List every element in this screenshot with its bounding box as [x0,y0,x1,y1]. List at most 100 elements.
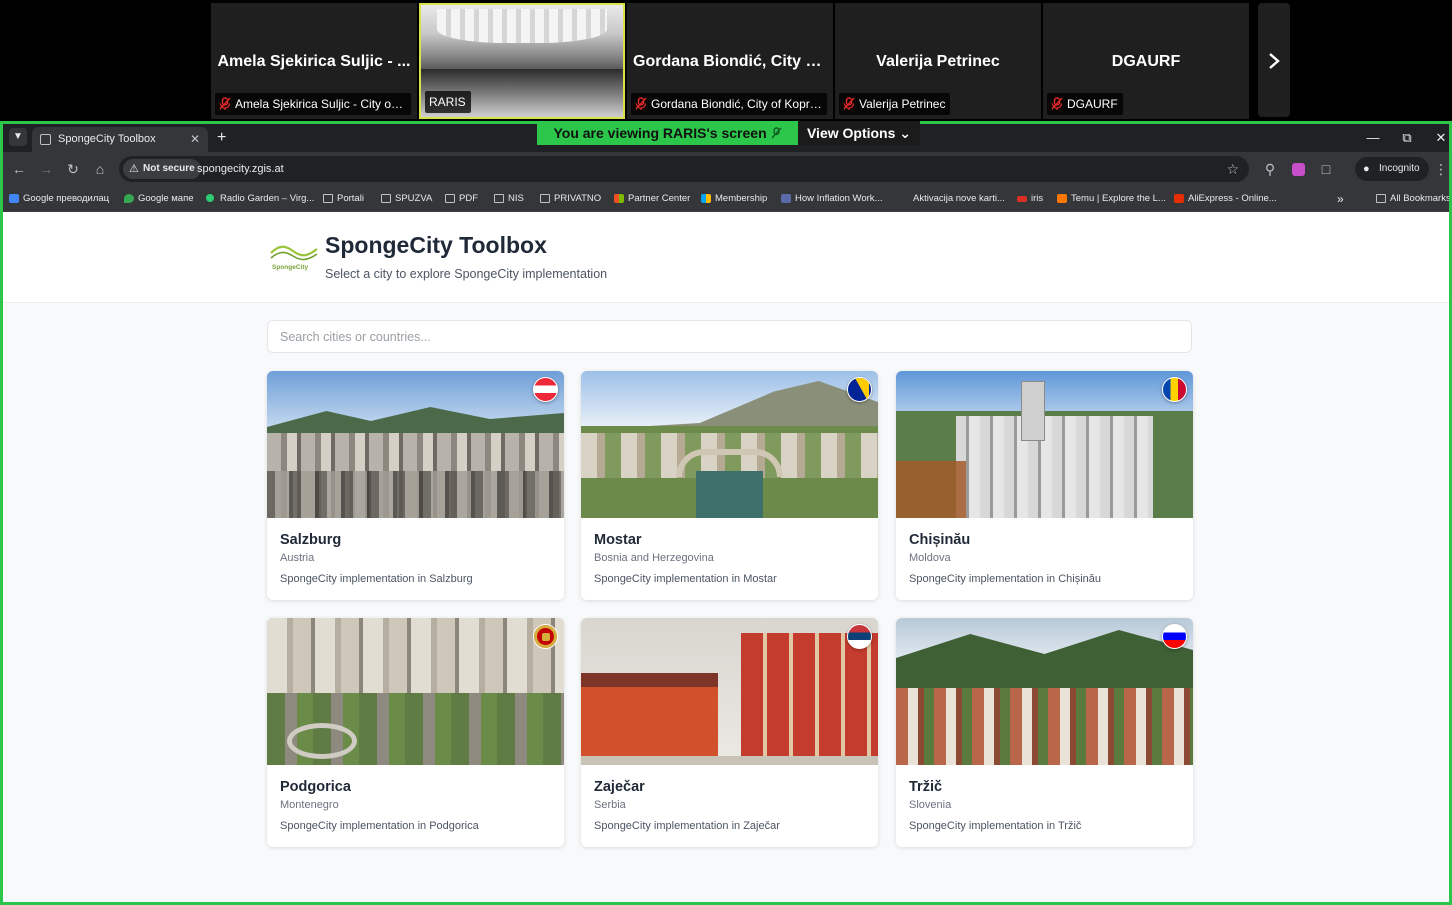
security-chip[interactable]: ⚠ Not secure [123,159,201,179]
url-text[interactable]: spongecity.zgis.at [197,156,284,182]
bookmark-item[interactable]: iris [1017,186,1043,212]
bookmark-item[interactable]: Google мапе [124,186,194,212]
city-card-salzburg[interactable]: Salzburg Austria SpongeCity implementati… [267,371,564,600]
participant-label-text: Gordana Biondić, City of Kopriv... [651,97,827,111]
page-subtitle: Select a city to explore SpongeCity impl… [325,267,608,281]
city-description: SpongeCity implementation in Zaječar [594,820,780,832]
bookmark-item[interactable]: How Inflation Work... [781,186,882,212]
incognito-chip[interactable]: ● Incognito [1355,157,1429,181]
bookmark-label: Partner Center [628,193,691,204]
restore-icon[interactable]: ⧉ [1390,124,1424,152]
city-country: Serbia [594,799,626,811]
city-card-mostar[interactable]: Mostar Bosnia and Herzegovina SpongeCity… [581,371,878,600]
participant-label-text: DGAURF [1067,97,1118,111]
city-card-podgorica[interactable]: Podgorica Montenegro SpongeCity implemen… [267,618,564,847]
minimize-icon[interactable]: — [1356,124,1390,152]
photo-rooftops [267,471,564,518]
city-name: Podgorica [280,779,351,795]
participant-label: DGAURF [1047,93,1123,115]
screen-share-banner: You are viewing RARIS's screen [537,121,798,145]
bookmark-item[interactable]: Aktivacija nove karti... [899,186,1005,212]
radio-garden-icon [206,194,214,202]
city-card-chisinau[interactable]: Chișinău Moldova SpongeCity implementati… [896,371,1193,600]
participant-tile[interactable]: DGAURF DGAURF [1043,3,1249,119]
star-icon[interactable]: ☆ [1226,156,1239,182]
tab-title: SpongeCity Toolbox [58,133,156,145]
back-icon[interactable]: ← [9,159,29,179]
mic-muted-icon [843,97,855,110]
participant-label: Gordana Biondić, City of Kopriv... [631,93,827,115]
zoom-magnifier-icon[interactable]: ⚲ [1260,159,1280,179]
chevron-down-icon: ▼ [13,131,23,142]
city-card-trzic[interactable]: Tržič Slovenia SpongeCity implementation… [896,618,1193,847]
bookmark-label: Google мапе [138,193,194,204]
view-options-button[interactable]: View Options ⌄ [798,121,920,145]
bookmark-item[interactable]: Membership [701,186,767,212]
bookmark-folder[interactable]: Portali [323,186,364,212]
next-participants-button[interactable] [1258,3,1290,117]
bookmark-item[interactable]: Google преводилац [9,186,109,212]
city-name: Chișinău [909,532,971,548]
photo-tower [1021,381,1045,441]
security-label: Not secure [143,163,195,174]
mic-muted-icon [635,97,647,110]
city-photo [267,371,564,518]
close-window-icon[interactable]: ✕ [1424,124,1449,152]
microsoft-icon [701,194,711,203]
folder-icon [381,194,391,203]
city-country: Austria [280,552,315,564]
extension-download-icon[interactable] [1288,159,1308,179]
bookmark-label: SPUZVA [395,193,433,204]
bookmark-item[interactable]: Partner Center [614,186,690,212]
bookmark-item[interactable]: Radio Garden – Virg... [206,186,314,212]
city-card-zajecar[interactable]: Zaječar Serbia SpongeCity implementation… [581,618,878,847]
video-curtain [437,9,607,43]
address-bar[interactable]: ⚠ Not secure spongecity.zgis.at ☆ [119,156,1249,182]
bookmark-folder[interactable]: SPUZVA [381,186,432,212]
participant-video-tile[interactable]: RARIS [419,3,625,119]
city-name: Mostar [594,532,642,548]
mic-muted-icon [1051,97,1063,110]
site-icon [899,194,909,203]
warning-icon: ⚠ [129,163,139,175]
serbia-flag-icon [847,624,872,649]
city-name: Tržič [909,779,943,795]
forward-icon[interactable]: → [36,159,56,179]
search-input[interactable] [267,320,1192,353]
participant-tile[interactable]: Gordana Biondić, City o... Gordana Biond… [627,3,833,119]
reload-icon[interactable]: ↻ [63,159,83,179]
photo-roundabout [287,723,357,759]
site-icon [781,194,791,203]
close-icon[interactable]: ✕ [190,127,200,152]
more-bookmarks-icon[interactable]: » [1337,186,1344,212]
all-bookmarks-button[interactable]: All Bookmarks [1376,186,1451,212]
extensions-puzzle-icon[interactable]: □ [1316,159,1336,179]
bookmark-item[interactable]: Temu | Explore the L... [1057,186,1166,212]
participant-tile[interactable]: Valerija Petrinec Valerija Petrinec [835,3,1041,119]
google-maps-icon [124,194,134,203]
city-description: SpongeCity implementation in Mostar [594,573,777,585]
bookmark-item[interactable]: AliExpress - Online... [1174,186,1277,212]
browser-toolbar: ← → ↻ ⌂ ⚠ Not secure spongecity.zgis.at ☆… [3,152,1449,186]
incognito-icon: ● [1363,163,1370,175]
incognito-label: Incognito [1379,163,1420,174]
tab-search-button[interactable]: ▼ [9,128,27,146]
new-tab-button[interactable]: + [217,127,226,149]
home-icon[interactable]: ⌂ [90,159,110,179]
participant-tile[interactable]: Amela Sjekirica Suljic - ... Amela Sjeki… [211,3,417,119]
bookmark-label: Google преводилац [23,193,110,204]
bookmarks-bar: Google преводилац Google мапе Radio Gard… [3,186,1449,212]
folder-icon [323,194,333,203]
city-photo [581,618,878,765]
participant-label-text: RARIS [429,95,466,109]
browser-tab[interactable]: SpongeCity Toolbox ✕ [32,127,208,152]
bookmark-folder[interactable]: PRIVATNO [540,186,601,212]
menu-kebab-icon[interactable]: ⋮ [1434,159,1448,179]
bookmark-folder[interactable]: PDF [445,186,478,212]
bookmark-folder[interactable]: NIS [494,186,524,212]
participant-display-name: DGAURF [1111,53,1181,70]
chevron-right-icon [1269,53,1280,69]
google-translate-icon [9,194,19,203]
bookmark-label: All Bookmarks [1390,193,1451,204]
austria-flag-icon [533,377,558,402]
